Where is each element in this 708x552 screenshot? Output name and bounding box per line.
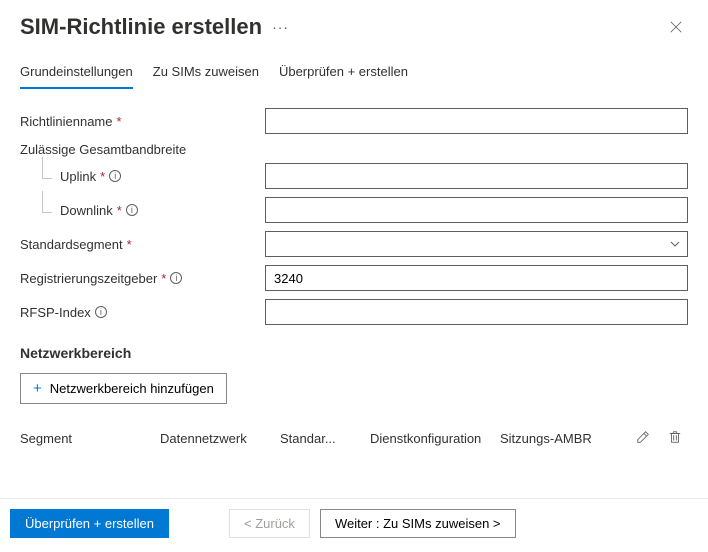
- trash-icon: [668, 430, 682, 444]
- column-session-ambr[interactable]: Sitzungs-AMBR: [500, 431, 610, 446]
- more-actions-button[interactable]: ···: [272, 19, 289, 35]
- edit-button[interactable]: [634, 428, 652, 449]
- tab-basics[interactable]: Grundeinstellungen: [20, 58, 133, 89]
- tree-connector-icon: [42, 191, 52, 213]
- downlink-label: Downlink* i: [20, 203, 265, 218]
- policy-name-label: Richtlinienname*: [20, 114, 265, 129]
- default-segment-select[interactable]: [265, 231, 688, 257]
- rfsp-index-label: RFSP-Index i: [20, 305, 265, 320]
- tab-bar: Grundeinstellungen Zu SIMs zuweisen Über…: [0, 48, 708, 90]
- bandwidth-group-label: Zulässige Gesamtbandbreite: [20, 142, 688, 157]
- registration-timer-label: Registrierungszeitgeber* i: [20, 271, 265, 286]
- pencil-icon: [636, 430, 650, 444]
- close-button[interactable]: [664, 15, 688, 39]
- info-icon[interactable]: i: [170, 272, 182, 284]
- column-segment[interactable]: Segment: [20, 431, 160, 446]
- tab-assign-sims[interactable]: Zu SIMs zuweisen: [153, 58, 259, 89]
- uplink-input[interactable]: [265, 163, 688, 189]
- network-scope-title: Netzwerkbereich: [20, 345, 688, 361]
- column-data-network[interactable]: Datennetzwerk: [160, 431, 280, 446]
- back-button: < Zurück: [229, 509, 310, 538]
- footer-bar: Überprüfen + erstellen < Zurück Weiter :…: [0, 498, 708, 552]
- plus-icon: +: [33, 380, 42, 397]
- info-icon[interactable]: i: [109, 170, 121, 182]
- network-scope-table: Segment Datennetzwerk Standar... Dienstk…: [20, 428, 688, 449]
- info-icon[interactable]: i: [126, 204, 138, 216]
- close-icon: [669, 20, 683, 34]
- rfsp-index-input[interactable]: [265, 299, 688, 325]
- delete-button[interactable]: [666, 428, 684, 449]
- page-title: SIM-Richtlinie erstellen: [20, 14, 262, 40]
- default-segment-label: Standardsegment*: [20, 237, 265, 252]
- registration-timer-input[interactable]: [265, 265, 688, 291]
- tree-connector-icon: [42, 157, 52, 179]
- next-button[interactable]: Weiter : Zu SIMs zuweisen >: [320, 509, 516, 538]
- add-network-scope-button[interactable]: + Netzwerkbereich hinzufügen: [20, 373, 227, 404]
- review-create-button[interactable]: Überprüfen + erstellen: [10, 509, 169, 538]
- policy-name-input[interactable]: [265, 108, 688, 134]
- downlink-input[interactable]: [265, 197, 688, 223]
- tab-review-create[interactable]: Überprüfen + erstellen: [279, 58, 408, 89]
- column-service-config[interactable]: Dienstkonfiguration: [370, 431, 500, 446]
- uplink-label: Uplink* i: [20, 169, 265, 184]
- column-standard[interactable]: Standar...: [280, 431, 370, 446]
- info-icon[interactable]: i: [95, 306, 107, 318]
